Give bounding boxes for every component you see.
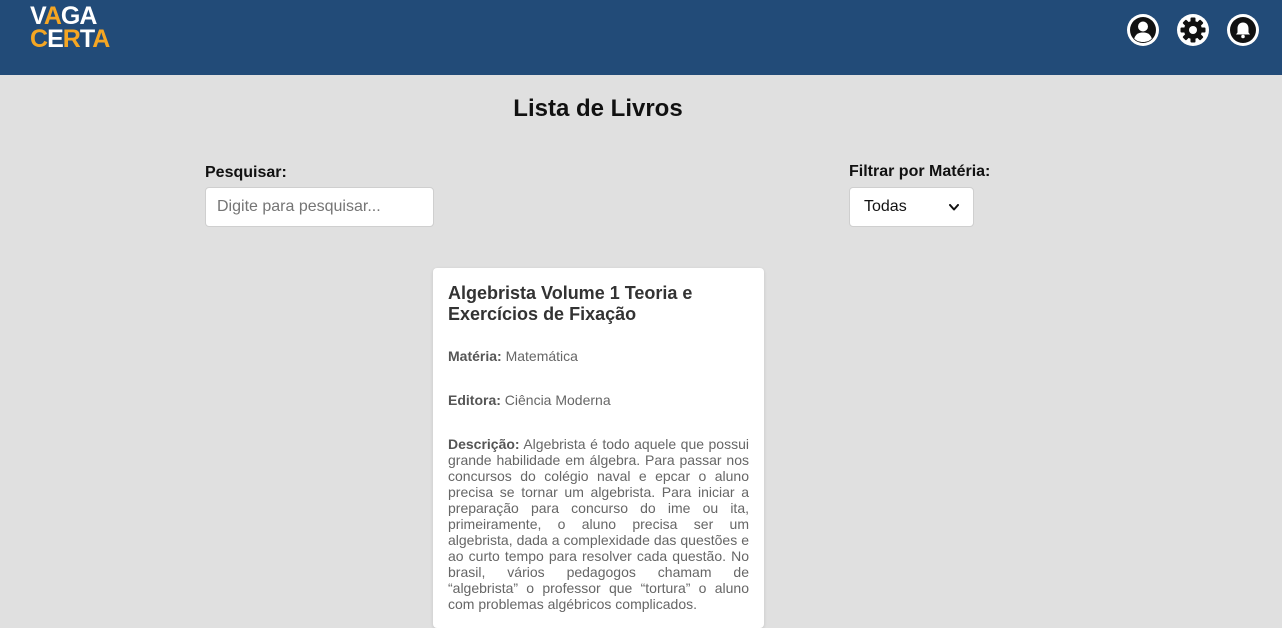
book-description: Descrição: Algebrista é todo aquele que … — [448, 436, 749, 612]
logo-bottom-text: CERTA — [30, 25, 110, 53]
top-navbar: VAGA CERTA — [0, 0, 1282, 75]
notifications-button[interactable] — [1227, 14, 1259, 46]
gear-icon — [1180, 17, 1206, 43]
subject-filter-label: Filtrar por Matéria: — [849, 163, 991, 180]
book-publisher: Editora: Ciência Moderna — [448, 392, 749, 408]
user-icon — [1130, 17, 1156, 43]
subject-filter-value: Todas — [864, 198, 907, 215]
book-publisher-label: Editora: — [448, 392, 501, 408]
book-subject-label: Matéria: — [448, 348, 502, 364]
subject-filter-select[interactable]: Todas — [849, 187, 974, 227]
settings-button[interactable] — [1177, 14, 1209, 46]
book-title: Algebrista Volume 1 Teoria e Exercícios … — [448, 283, 693, 324]
profile-button[interactable] — [1127, 14, 1159, 46]
chevron-down-icon — [949, 203, 959, 210]
book-subject: Matéria: Matemática — [448, 348, 749, 364]
book-card[interactable]: Algebrista Volume 1 Teoria e Exercícios … — [433, 268, 764, 628]
bell-icon — [1230, 17, 1256, 43]
search-input[interactable] — [205, 187, 434, 227]
brand-logo[interactable]: VAGA CERTA — [30, 4, 110, 55]
search-label: Pesquisar: — [205, 164, 287, 181]
book-description-label: Descrição: — [448, 436, 520, 452]
book-description-value: Algebrista é todo aquele que possui gran… — [448, 436, 749, 612]
page-title: Lista de Livros — [513, 95, 683, 122]
book-subject-value: Matemática — [505, 348, 578, 364]
book-publisher-value: Ciência Moderna — [504, 392, 611, 408]
